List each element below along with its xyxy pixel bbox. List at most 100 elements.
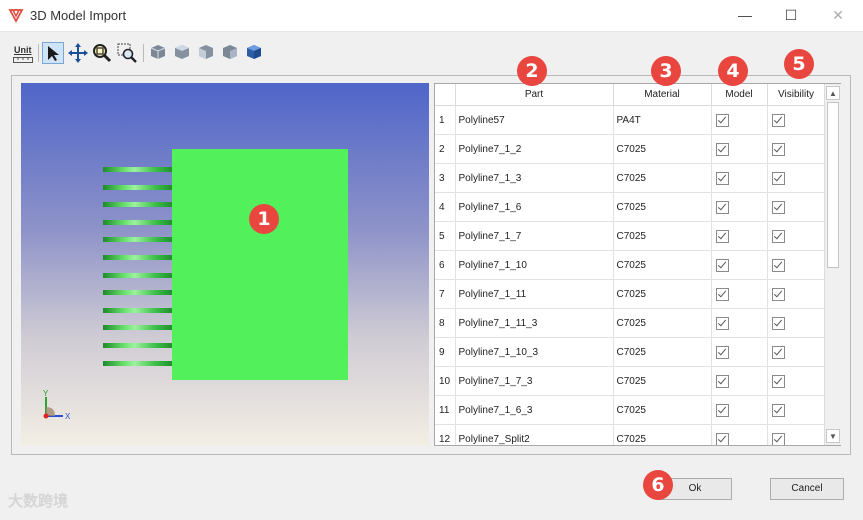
part-name-cell[interactable]: Polyline7_1_7 [455,221,614,251]
visibility-checkbox[interactable] [771,345,785,359]
pin-lead[interactable] [103,219,173,225]
axis-x-label: X [65,412,71,421]
part-name-cell[interactable]: Polyline7_1_10 [455,250,614,280]
part-name-cell[interactable]: Polyline7_Split2 [455,424,614,445]
model-checkbox[interactable] [715,374,729,388]
material-cell[interactable]: C7025 [613,250,712,280]
model-checkbox[interactable] [715,287,729,301]
part-name-cell[interactable]: Polyline7_1_11_3 [455,308,614,338]
callout-badge: 2 [517,56,547,86]
col-header-model[interactable]: Model [711,84,768,106]
table-row[interactable]: 9 Polyline7_1_10_3 C7025 [435,337,826,367]
material-cell[interactable]: C7025 [613,366,712,396]
model-checkbox[interactable] [715,345,729,359]
view-front-icon[interactable] [148,42,170,64]
model-checkbox[interactable] [715,258,729,272]
table-row[interactable]: 3 Polyline7_1_3 C7025 [435,163,826,193]
model-checkbox[interactable] [715,142,729,156]
model-checkbox[interactable] [715,200,729,214]
zoom-fit-icon[interactable] [91,42,113,64]
select-arrow-icon[interactable] [42,42,64,64]
visibility-checkbox[interactable] [771,229,785,243]
table-row[interactable]: 11 Polyline7_1_6_3 C7025 [435,395,826,425]
model-checkbox[interactable] [715,229,729,243]
material-cell[interactable]: PA4T [613,105,712,135]
zoom-window-icon[interactable] [116,42,138,64]
visibility-checkbox[interactable] [771,316,785,330]
model-checkbox[interactable] [715,113,729,127]
table-row[interactable]: 1 Polyline57 PA4T [435,105,826,135]
table-scrollbar[interactable]: ▲ ▼ [824,84,841,445]
part-name-cell[interactable]: Polyline7_1_7_3 [455,366,614,396]
col-header-visibility[interactable]: Visibility [767,84,826,106]
table-row[interactable]: 8 Polyline7_1_11_3 C7025 [435,308,826,338]
table-row[interactable]: 7 Polyline7_1_11 C7025 [435,279,826,309]
col-header-part[interactable]: Part [455,84,614,106]
table-row[interactable]: 12 Polyline7_Split2 C7025 [435,424,826,445]
maximize-button[interactable]: ☐ [768,0,814,31]
pin-lead[interactable] [103,325,173,331]
pin-lead[interactable] [103,202,173,208]
material-cell[interactable]: C7025 [613,337,712,367]
view-back-icon[interactable] [220,42,242,64]
part-name-cell[interactable]: Polyline7_1_3 [455,163,614,193]
part-name-cell[interactable]: Polyline7_1_10_3 [455,337,614,367]
view-side-icon[interactable] [196,42,218,64]
scroll-down-button[interactable]: ▼ [826,429,840,443]
3d-viewport[interactable]: Y X [21,83,429,446]
visibility-checkbox[interactable] [771,200,785,214]
unit-icon[interactable]: Unit [12,42,34,64]
visibility-checkbox[interactable] [771,171,785,185]
material-cell[interactable]: C7025 [613,279,712,309]
pin-lead[interactable] [103,360,173,366]
scroll-up-button[interactable]: ▲ [826,86,840,100]
cancel-button[interactable]: Cancel [770,478,844,500]
table-row[interactable]: 6 Polyline7_1_10 C7025 [435,250,826,280]
view-iso-icon[interactable] [244,42,266,64]
table-row[interactable]: 5 Polyline7_1_7 C7025 [435,221,826,251]
minimize-button[interactable]: — [722,0,768,31]
model-cell [711,105,768,135]
material-cell[interactable]: C7025 [613,424,712,445]
model-checkbox[interactable] [715,316,729,330]
table-row[interactable]: 10 Polyline7_1_7_3 C7025 [435,366,826,396]
table-row[interactable]: 4 Polyline7_1_6 C7025 [435,192,826,222]
material-cell[interactable]: C7025 [613,308,712,338]
close-button[interactable]: ✕ [815,0,861,31]
view-top-icon[interactable] [172,42,194,64]
pin-lead[interactable] [103,255,173,260]
part-name-cell[interactable]: Polyline57 [455,105,614,135]
pin-lead[interactable] [103,343,173,348]
callout-badge: 6 [643,470,673,500]
model-checkbox[interactable] [715,432,729,445]
model-checkbox[interactable] [715,171,729,185]
pin-lead[interactable] [103,237,173,243]
material-cell[interactable]: C7025 [613,395,712,425]
visibility-checkbox[interactable] [771,258,785,272]
visibility-checkbox[interactable] [771,113,785,127]
visibility-checkbox[interactable] [771,374,785,388]
col-header-material[interactable]: Material [613,84,712,106]
pin-lead[interactable] [103,290,173,296]
table-row[interactable]: 2 Polyline7_1_2 C7025 [435,134,826,164]
model-checkbox[interactable] [715,403,729,417]
pin-lead[interactable] [103,167,173,172]
material-cell[interactable]: C7025 [613,192,712,222]
model-body[interactable] [172,149,348,380]
visibility-checkbox[interactable] [771,287,785,301]
part-name-cell[interactable]: Polyline7_1_2 [455,134,614,164]
material-cell[interactable]: C7025 [613,134,712,164]
part-name-cell[interactable]: Polyline7_1_11 [455,279,614,309]
visibility-checkbox[interactable] [771,432,785,445]
pan-move-icon[interactable] [67,42,89,64]
material-cell[interactable]: C7025 [613,163,712,193]
pin-lead[interactable] [103,272,173,278]
part-name-cell[interactable]: Polyline7_1_6_3 [455,395,614,425]
pin-lead[interactable] [103,307,173,313]
material-cell[interactable]: C7025 [613,221,712,251]
visibility-checkbox[interactable] [771,142,785,156]
visibility-checkbox[interactable] [771,403,785,417]
scroll-thumb[interactable] [827,102,839,268]
pin-lead[interactable] [103,184,173,190]
part-name-cell[interactable]: Polyline7_1_6 [455,192,614,222]
